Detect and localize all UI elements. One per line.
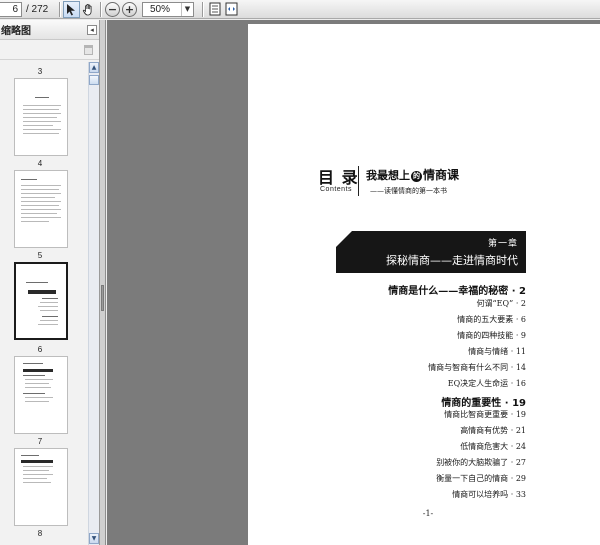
thumbnail-label: 7 [37,437,43,446]
toc-entry[interactable]: 情商与情绪 · 11 [468,346,526,357]
pdf-reader-window: 6 / 272 − + 50% ▼ 缩略图 ◂ 3 4 5 6 7 8 ▲ ▼ … [0,0,600,545]
trash-icon[interactable] [84,44,93,55]
toc-entry[interactable]: EQ决定人生命运 · 16 [448,378,526,389]
toc-entry[interactable]: 何谓“EQ” · 2 [477,298,526,309]
toolbar-separator [59,1,60,17]
thumbnail-page[interactable] [14,356,68,434]
toc-entry[interactable]: 情商与智商有什么不同 · 14 [428,362,526,373]
panel-splitter[interactable] [100,20,106,545]
page-folio: -1- [422,509,434,518]
chevron-down-icon[interactable]: ▼ [181,2,193,16]
zoom-out-button[interactable]: − [104,1,121,18]
thumbnail-page[interactable] [14,170,68,248]
thumbnail-page[interactable] [14,448,68,526]
toc-entry[interactable]: 情商的四种技能 · 9 [457,330,526,341]
scroll-down-icon[interactable]: ▼ [89,533,99,544]
thumbnail-label: 6 [37,345,43,354]
splitter-grip-icon[interactable] [101,285,104,311]
zoom-in-button[interactable]: + [121,1,138,18]
scrollbar-thumb[interactable] [89,75,99,85]
page-total-label: / 272 [26,3,49,15]
book-title-mark: 的 [411,171,422,182]
toolbar-separator [202,1,203,17]
thumbnail-label: 4 [37,159,43,168]
zoom-select[interactable]: 50% ▼ [142,1,194,17]
toc-entry[interactable]: 情商可以培养吗 · 33 [452,489,526,500]
select-arrow-icon [67,3,75,15]
thumbnail-panel: 缩略图 ◂ 3 4 5 6 7 8 ▲ ▼ [0,20,100,545]
zoom-in-icon: + [122,1,137,17]
zoom-value: 50% [150,3,171,15]
chapter-title: 探秘情商——走进情商时代 [386,254,518,267]
thumbnail-scrollbar[interactable]: ▲ ▼ [88,62,99,545]
toolbar: 6 / 272 − + 50% ▼ [0,0,600,19]
section-title: 情商是什么——幸福的秘密 · 2 [388,286,526,297]
toc-entry[interactable]: 情商的五大要素 · 6 [457,314,526,325]
fit-width-icon [225,2,238,16]
thumbnail-tools [0,40,99,60]
thumbnail-panel-title: 缩略图 [1,26,31,37]
chapter-number: 第一章 [487,239,518,249]
book-title: 我最想上的情商课 [366,166,459,183]
book-title-prefix: 我最想上 [366,169,410,182]
document-page: 目 录 Contents 我最想上的情商课 ——读懂情商的第一本书 第一章 探秘… [248,24,600,545]
thumbnail-label: 8 [37,529,43,538]
book-title-main: 情商课 [423,168,460,182]
chapter-notch [336,231,352,247]
thumbnail-label: 3 [37,67,43,76]
hand-tool-button[interactable] [80,1,97,18]
zoom-out-icon: − [105,1,120,17]
header-divider [358,166,359,196]
page-number-input[interactable]: 6 [0,1,22,17]
thumbnail-list[interactable]: 3 4 5 6 7 8 [0,62,88,545]
thumbnail-page[interactable] [14,78,68,156]
toc-entry[interactable]: 衡量一下自己的情商 · 29 [436,473,526,484]
contents-label: Contents [320,186,353,193]
thumbnail-label: 5 [37,251,43,260]
hand-icon [82,3,92,15]
section-title: 情商的重要性 · 19 [441,398,526,409]
toolbar-separator [100,1,101,17]
toc-entry[interactable]: 别被你的大脑欺骗了 · 27 [436,457,526,468]
close-icon[interactable]: ◂ [87,24,97,35]
document-view[interactable]: 目 录 Contents 我最想上的情商课 ——读懂情商的第一本书 第一章 探秘… [107,20,600,545]
toc-label: 目 录 [318,168,359,187]
thumbnail-page-selected[interactable] [14,262,68,340]
select-tool-button[interactable] [63,0,80,18]
book-subtitle: ——读懂情商的第一本书 [370,187,447,195]
thumbnail-panel-header: 缩略图 ◂ [0,20,99,40]
toc-entry[interactable]: 情商比智商更重要 · 19 [444,409,526,420]
fit-page-icon [209,2,220,16]
chapter-banner: 第一章 探秘情商——走进情商时代 [336,231,526,273]
toc-header: 目 录 Contents 我最想上的情商课 ——读懂情商的第一本书 [318,164,518,204]
fit-page-button[interactable] [206,1,223,18]
scroll-up-icon[interactable]: ▲ [89,62,99,73]
toc-entry[interactable]: 低情商危害大 · 24 [460,441,526,452]
fit-width-button[interactable] [223,1,240,18]
toc-entry[interactable]: 高情商有优势 · 21 [460,425,526,436]
